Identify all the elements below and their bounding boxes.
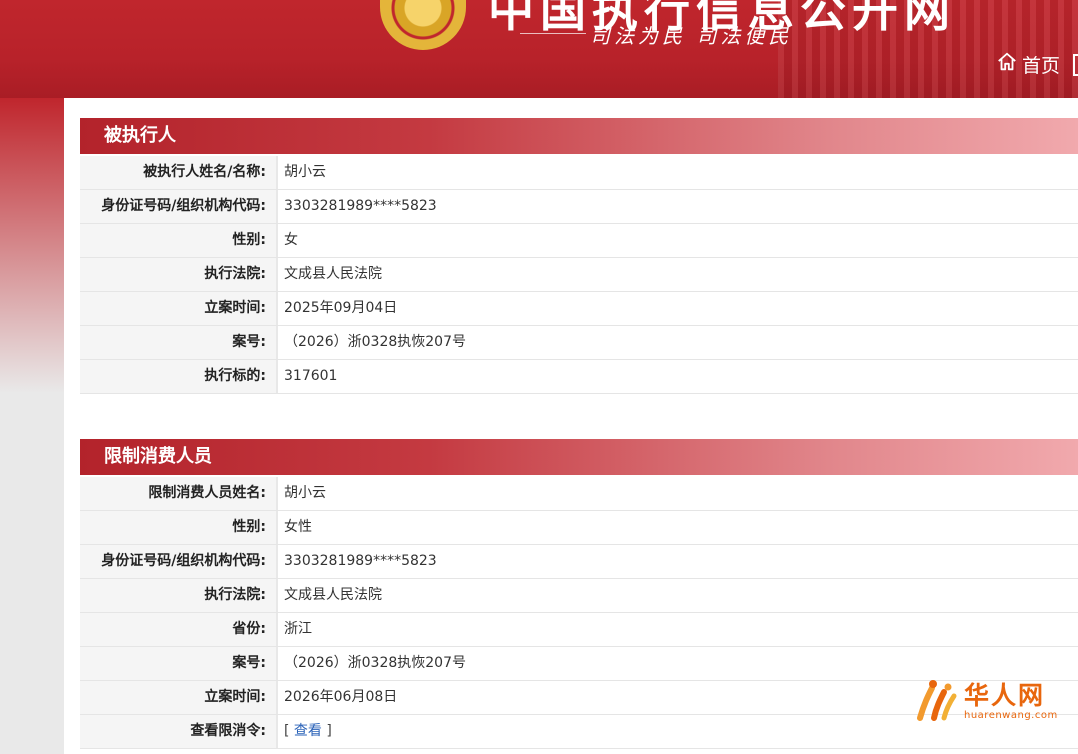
row-label: 案号: xyxy=(80,647,278,680)
table-row: 限制消费人员姓名: 胡小云 xyxy=(80,477,1078,511)
nav-home-label: 首页 xyxy=(1022,55,1061,77)
row-value: 胡小云 xyxy=(284,164,326,180)
row-label: 立案时间: xyxy=(80,681,278,714)
section-header-debtor: 被执行人 xyxy=(80,118,1078,154)
table-row: 执行法院: 文成县人民法院 xyxy=(80,579,1078,613)
row-value: 浙江 xyxy=(284,621,312,637)
table-row: 被执行人姓名/名称: 胡小云 xyxy=(80,156,1078,190)
watermark-text: 华人网 huarenwang.com xyxy=(964,680,1058,721)
site-header-banner: 中国执行信息公开网 司法为民 司法便民 首页 xyxy=(0,0,1078,98)
nav-next-item-edge[interactable] xyxy=(1073,54,1078,76)
row-label: 性别: xyxy=(80,511,278,544)
table-row: 案号: （2026）浙0328执恢207号 xyxy=(80,326,1078,360)
row-value: 胡小云 xyxy=(284,485,326,501)
site-slogan: 司法为民 司法便民 xyxy=(590,24,793,48)
row-label: 案号: xyxy=(80,326,278,359)
watermark-logo-icon xyxy=(914,678,958,724)
slogan-divider xyxy=(520,33,586,34)
row-label: 执行标的: xyxy=(80,360,278,393)
section-header-restricted: 限制消费人员 xyxy=(80,439,1078,475)
row-value: 3303281989****5823 xyxy=(284,198,437,214)
table-row: 身份证号码/组织机构代码: 3303281989****5823 xyxy=(80,190,1078,224)
row-label: 立案时间: xyxy=(80,292,278,325)
row-label: 身份证号码/组织机构代码: xyxy=(80,190,278,223)
row-value: 2025年09月04日 xyxy=(284,300,398,316)
nav-home-link[interactable]: 首页 xyxy=(996,51,1060,78)
row-value: 3303281989****5823 xyxy=(284,553,437,569)
row-label: 省份: xyxy=(80,613,278,646)
table-row: 性别: 女 xyxy=(80,224,1078,258)
row-value: 女性 xyxy=(284,519,312,535)
table-row: 执行标的: 317601 xyxy=(80,360,1078,394)
site-watermark: 华人网 huarenwang.com xyxy=(914,678,1058,724)
court-emblem-logo xyxy=(380,0,466,50)
watermark-main: 华人网 xyxy=(964,680,1046,710)
row-label: 被执行人姓名/名称: xyxy=(80,156,278,189)
home-icon xyxy=(996,51,1018,78)
row-value: 文成县人民法院 xyxy=(284,266,382,282)
view-restriction-order-link[interactable]: 查看 xyxy=(294,723,322,739)
row-value: 317601 xyxy=(284,368,338,384)
row-label: 限制消费人员姓名: xyxy=(80,477,278,510)
row-value: 女 xyxy=(284,232,298,248)
row-value: 文成县人民法院 xyxy=(284,587,382,603)
row-value: （2026）浙0328执恢207号 xyxy=(284,655,466,671)
row-label: 性别: xyxy=(80,224,278,257)
table-row: 案号: （2026）浙0328执恢207号 xyxy=(80,647,1078,681)
watermark-sub: huarenwang.com xyxy=(964,709,1058,721)
debtor-info-table: 被执行人姓名/名称: 胡小云 身份证号码/组织机构代码: 3303281989***… xyxy=(80,156,1078,394)
table-row: 省份: 浙江 xyxy=(80,613,1078,647)
table-row: 身份证号码/组织机构代码: 3303281989****5823 xyxy=(80,545,1078,579)
table-row: 立案时间: 2025年09月04日 xyxy=(80,292,1078,326)
bracket-open: [ xyxy=(284,723,290,739)
row-label: 执行法院: xyxy=(80,579,278,612)
table-row: 执行法院: 文成县人民法院 xyxy=(80,258,1078,292)
table-row: 性别: 女性 xyxy=(80,511,1078,545)
row-label: 执行法院: xyxy=(80,258,278,291)
row-label: 查看限消令: xyxy=(80,715,278,748)
page-left-background xyxy=(0,98,64,754)
row-label: 身份证号码/组织机构代码: xyxy=(80,545,278,578)
row-value: （2026）浙0328执恢207号 xyxy=(284,334,466,350)
bracket-close: ] xyxy=(326,723,332,739)
